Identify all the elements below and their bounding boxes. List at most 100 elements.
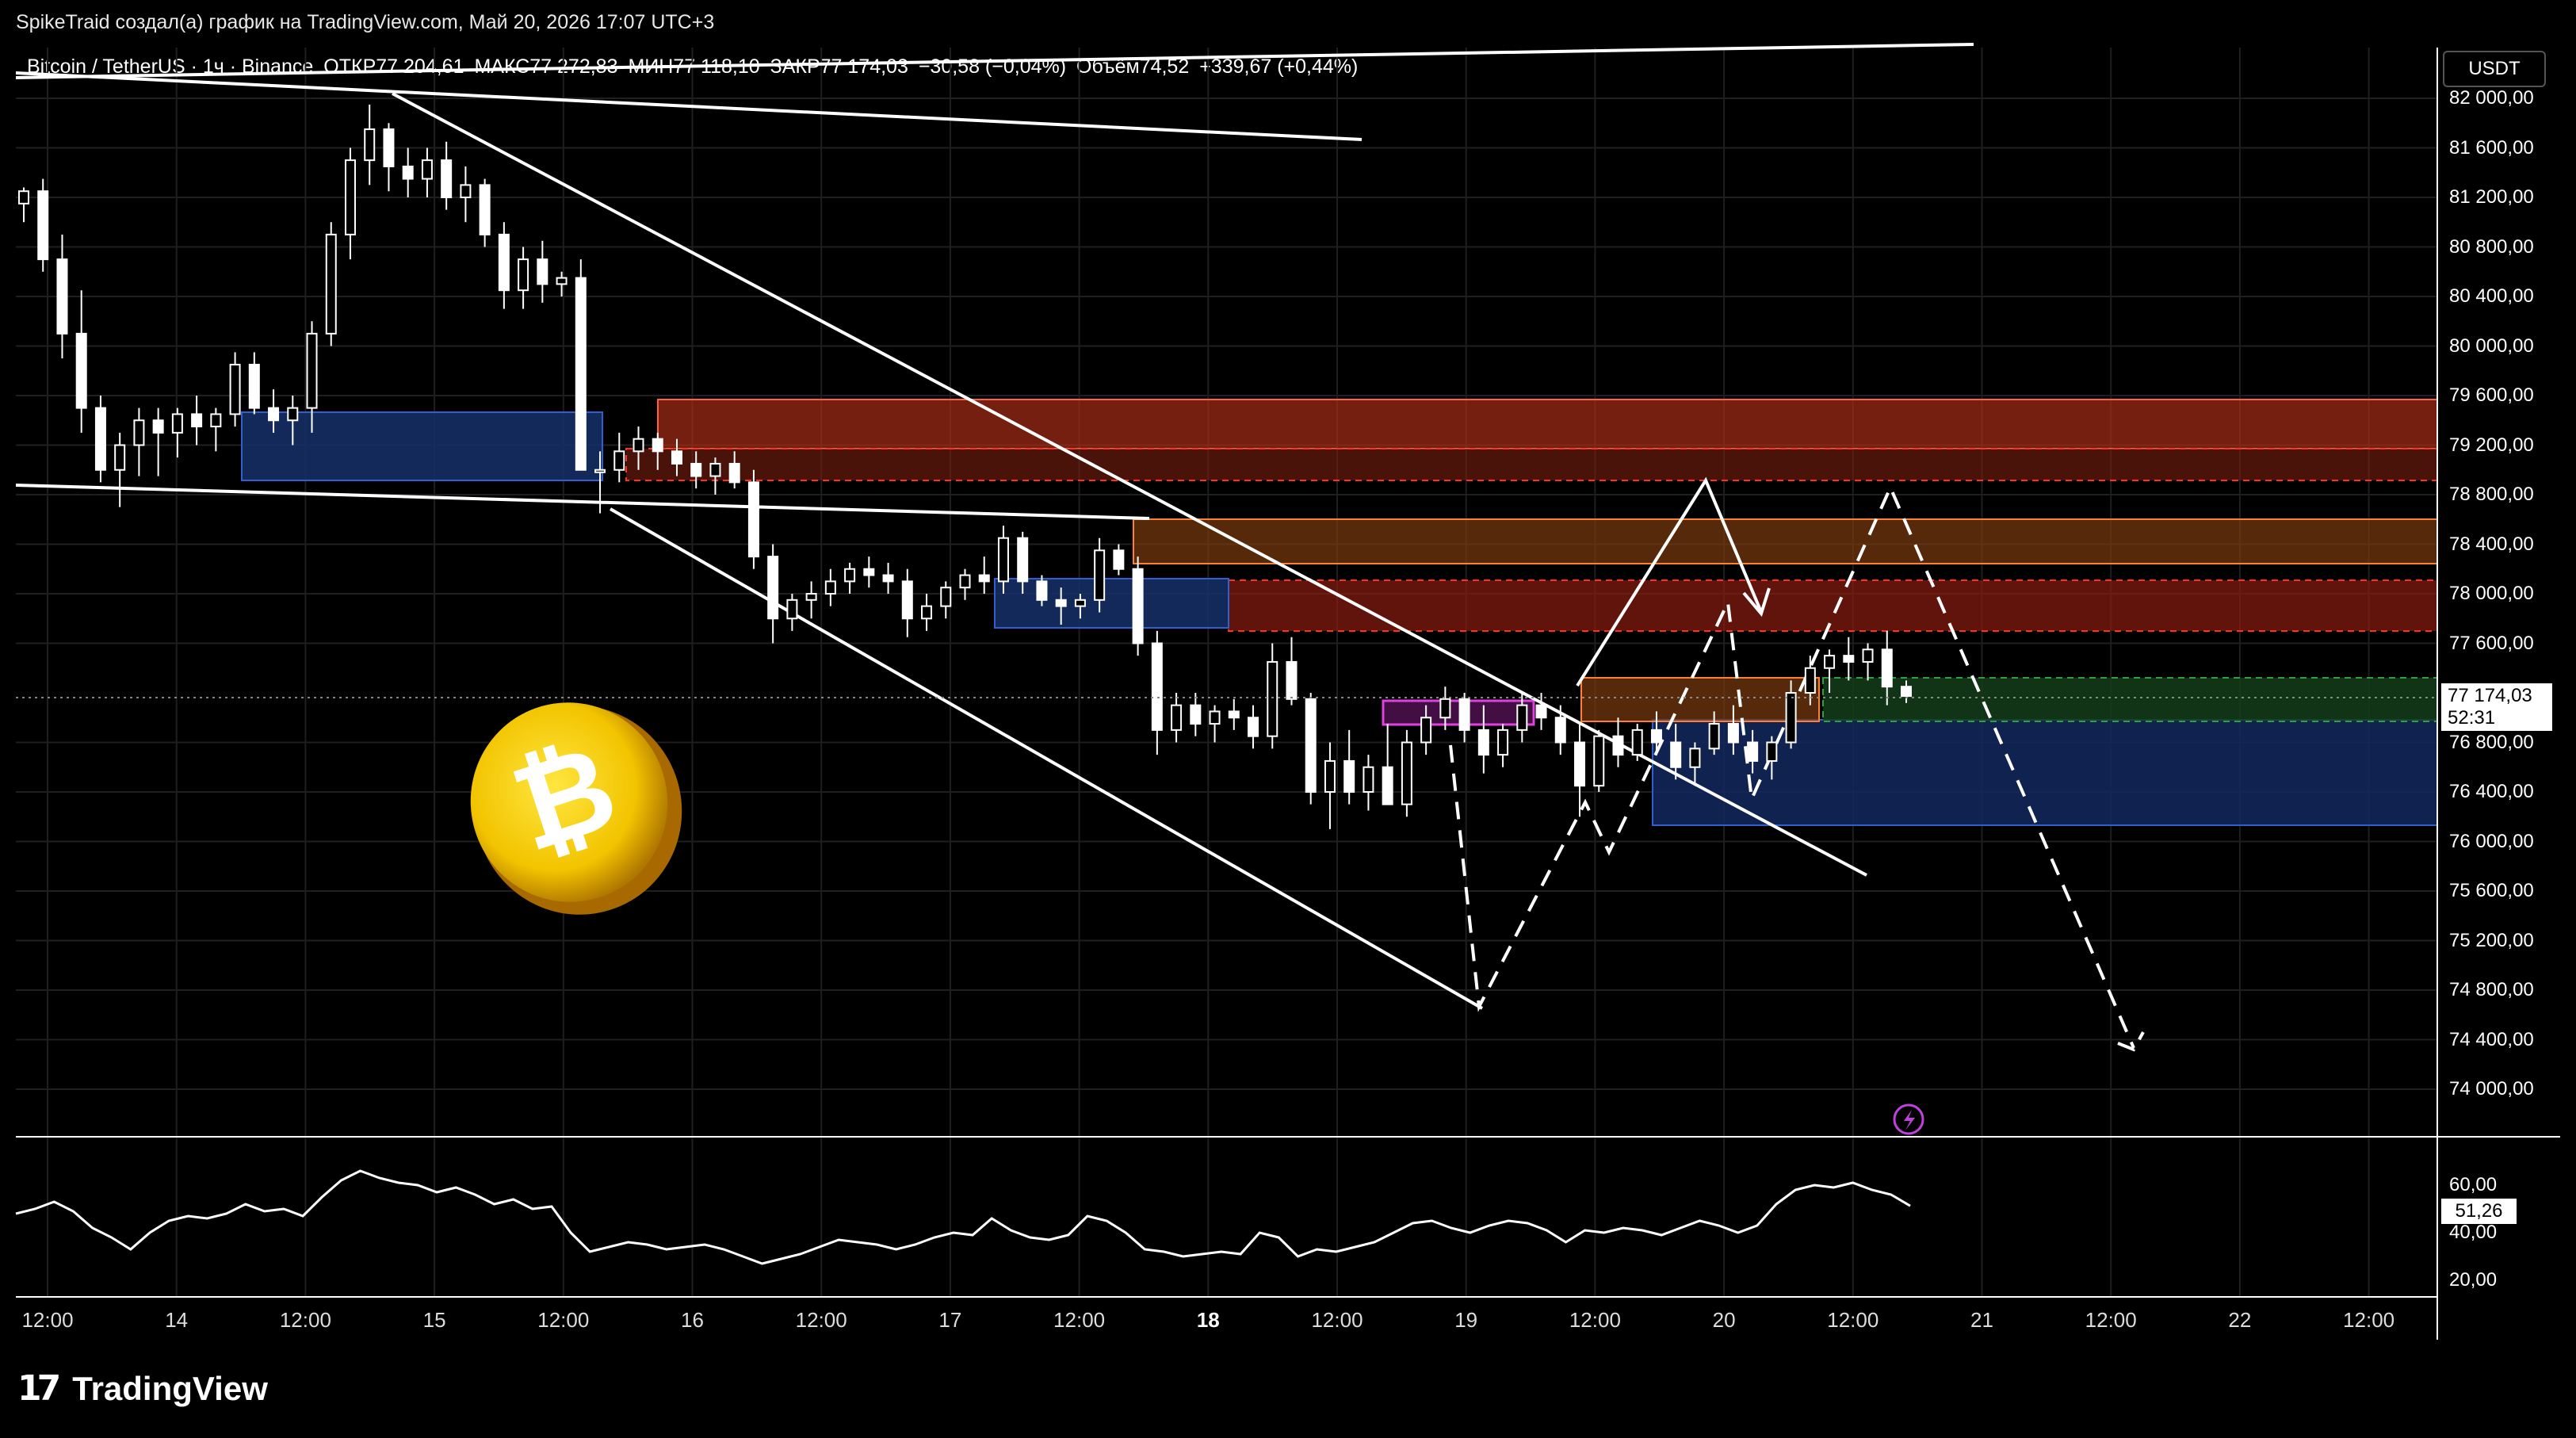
candle-body xyxy=(1094,549,1106,601)
candle xyxy=(824,568,836,606)
time-tick-label: 12:00 xyxy=(1827,1308,1879,1332)
lightning-alert-glyph xyxy=(1904,1110,1915,1130)
candle-body xyxy=(1497,729,1509,756)
supply-zone-top xyxy=(657,399,2438,449)
candle-body xyxy=(978,574,990,583)
candle-body xyxy=(518,258,529,292)
candle-body xyxy=(133,419,145,446)
candle xyxy=(575,259,587,471)
candle-body xyxy=(1267,660,1278,737)
supply-zone-low xyxy=(1228,579,2438,632)
demand-zone-right xyxy=(1652,719,2438,826)
candle-body xyxy=(479,184,491,235)
candle-body xyxy=(460,184,472,198)
candle-body xyxy=(1209,710,1221,725)
candle-body xyxy=(1439,698,1451,719)
candle xyxy=(1286,637,1298,706)
candle xyxy=(383,123,395,192)
price-tick-label: 78 400,00 xyxy=(2449,533,2534,555)
rsi-indicator xyxy=(15,1169,1911,1265)
candle xyxy=(747,469,759,569)
candle-body xyxy=(1785,692,1797,744)
bar-countdown: 52:31 xyxy=(2448,707,2496,729)
tradingview-logo-icon: 17 xyxy=(17,1368,61,1409)
candle xyxy=(344,147,356,260)
candle-body xyxy=(344,159,356,235)
candle xyxy=(1343,729,1355,805)
supply-zone-top-lower xyxy=(625,448,2438,481)
trendline-top-ascending xyxy=(15,43,1974,79)
price-tick-label: 76 000,00 xyxy=(2449,830,2534,852)
candle-body xyxy=(1363,766,1374,793)
tradingview-brand[interactable]: 17 TradingView xyxy=(17,1368,268,1409)
price-chart[interactable] xyxy=(0,0,2576,1438)
candle-body xyxy=(1574,741,1586,787)
candle xyxy=(402,147,414,197)
candle-body xyxy=(1650,729,1662,744)
candle-body xyxy=(1824,655,1836,669)
candle xyxy=(152,407,164,476)
candle xyxy=(786,594,798,631)
candle-body xyxy=(191,413,203,428)
candle-body xyxy=(1862,648,1874,663)
green-zone-right xyxy=(1822,677,2438,722)
candle-body xyxy=(1171,704,1183,731)
time-tick-label: 12:00 xyxy=(21,1308,74,1332)
time-tick-label: 12:00 xyxy=(2085,1308,2137,1332)
fvg-zone xyxy=(1382,699,1535,726)
candle-body xyxy=(747,481,759,558)
candle-body xyxy=(287,407,299,422)
candle-body xyxy=(1401,741,1412,805)
candle xyxy=(1305,693,1317,805)
candle-body xyxy=(1689,748,1701,768)
candle-body xyxy=(421,159,433,180)
price-tick-label: 75 200,00 xyxy=(2449,929,2534,951)
candle-body xyxy=(1535,704,1547,719)
rsi-value-label: 51,26 xyxy=(2441,1199,2517,1224)
candle-body xyxy=(824,580,836,595)
trendline-top-descending xyxy=(15,71,1363,141)
candle-body xyxy=(1881,648,1893,688)
candle-body xyxy=(210,413,222,428)
candle xyxy=(1151,630,1163,755)
candle xyxy=(18,187,29,223)
candle-body xyxy=(1747,741,1759,762)
time-tick-label: 15 xyxy=(422,1308,446,1332)
candle xyxy=(1631,724,1643,761)
candle xyxy=(1190,693,1202,736)
candle-body xyxy=(1036,580,1048,601)
candle-body xyxy=(152,419,164,434)
candle-body xyxy=(1132,568,1144,644)
candle-body xyxy=(18,190,29,205)
time-tick-label: 17 xyxy=(938,1308,962,1332)
candle xyxy=(191,396,203,446)
candle-body xyxy=(1727,723,1739,744)
candle-body xyxy=(1766,741,1778,762)
rsi-line xyxy=(15,1169,1911,1265)
time-tick-label: 12:00 xyxy=(1311,1308,1363,1332)
candle-body xyxy=(229,363,241,415)
candle xyxy=(537,240,548,303)
candle xyxy=(248,352,260,415)
candle-body xyxy=(1670,741,1682,768)
candle xyxy=(479,178,491,247)
candle-body xyxy=(1055,599,1067,607)
candle-body xyxy=(1554,717,1566,744)
candle-body xyxy=(498,233,510,292)
candle xyxy=(959,568,971,600)
candle-body xyxy=(805,593,817,601)
candle-body xyxy=(75,332,87,409)
candle xyxy=(1458,693,1470,743)
tradingview-name: TradingView xyxy=(72,1369,268,1407)
candle xyxy=(1535,693,1547,730)
candle xyxy=(1862,643,1874,681)
candle xyxy=(229,352,241,427)
candle-body xyxy=(1248,717,1259,737)
candle-body xyxy=(844,568,856,583)
candle-body xyxy=(171,413,183,434)
candle-body xyxy=(1017,537,1029,583)
candle xyxy=(114,432,126,507)
price-tick-label: 80 800,00 xyxy=(2449,235,2534,258)
candle-body xyxy=(671,450,682,465)
candle-body xyxy=(594,468,606,473)
